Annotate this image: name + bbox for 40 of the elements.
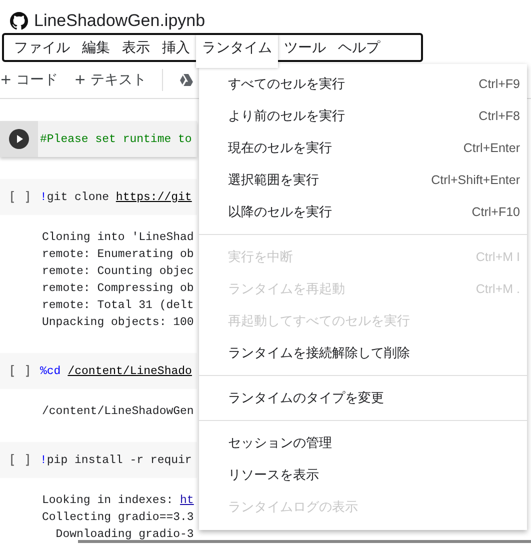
code-line[interactable]: %cd /content/LineShado xyxy=(40,364,192,378)
run-status-brackets[interactable]: [ ] xyxy=(8,452,32,468)
menu-item[interactable]: 現在のセルを実行 Ctrl+Enter xyxy=(199,132,527,164)
output-line: Cloning into 'LineShad xyxy=(42,230,195,246)
code-line[interactable]: !git clone https://git xyxy=(40,190,192,204)
menu-item[interactable]: セッションの管理 xyxy=(199,427,527,459)
output-line: remote: Counting objec xyxy=(42,264,195,280)
menu-tab[interactable]: ランタイム xyxy=(196,35,278,68)
drive-icon[interactable] xyxy=(179,74,194,86)
menu-tab[interactable]: ファイル xyxy=(8,35,76,60)
output-line: Looking in indexes: ht xyxy=(42,493,195,509)
run-button[interactable] xyxy=(9,129,29,149)
menu-tab[interactable]: 表示 xyxy=(116,35,156,60)
menu-item[interactable]: 以降のセルを実行 Ctrl+F10 xyxy=(199,196,527,228)
menu-tab[interactable]: 編集 xyxy=(76,35,116,60)
menu-item[interactable]: 選択範囲を実行 Ctrl+Shift+Enter xyxy=(199,164,527,196)
menu-item[interactable]: リソースを表示 xyxy=(199,459,527,491)
menu-item[interactable]: より前のセルを実行 Ctrl+F8 xyxy=(199,100,527,132)
menu-tab[interactable]: 挿入 xyxy=(156,35,196,60)
github-icon xyxy=(10,12,28,30)
output-line: remote: Enumerating ob xyxy=(42,247,195,263)
run-status-brackets[interactable]: [ ] xyxy=(8,190,32,204)
output-line: Downloading gradio-3 xyxy=(54,527,195,543)
menu-tab[interactable]: ツール xyxy=(278,35,332,60)
output-line: remote: Compressing ob xyxy=(42,281,195,297)
notebook-title[interactable]: LineShadowGen.ipynb xyxy=(34,10,206,30)
menu-tab[interactable]: ヘルプ xyxy=(332,35,386,60)
add-code-button[interactable]: + コード xyxy=(0,71,58,89)
output-line: Unpacking objects: 100 xyxy=(42,315,195,331)
output-link[interactable]: ht xyxy=(180,494,194,507)
code-line[interactable]: !pip install -r requir xyxy=(40,454,192,466)
scrollbar[interactable] xyxy=(78,540,531,543)
menu-item[interactable]: すべてのセルを実行 Ctrl+F9 xyxy=(199,68,527,100)
run-status-brackets[interactable]: [ ] xyxy=(8,364,32,378)
menu-item[interactable]: ランタイムを接続解除して削除 xyxy=(199,337,527,369)
output-line: remote: Total 31 (delt xyxy=(42,298,195,314)
output-line: Collecting gradio==3.3 xyxy=(42,510,195,526)
add-text-button[interactable]: + テキスト xyxy=(74,71,146,89)
menu-item[interactable]: ランタイムのタイプを変更 xyxy=(199,382,527,414)
output-line: /content/LineShadowGen xyxy=(42,404,195,420)
